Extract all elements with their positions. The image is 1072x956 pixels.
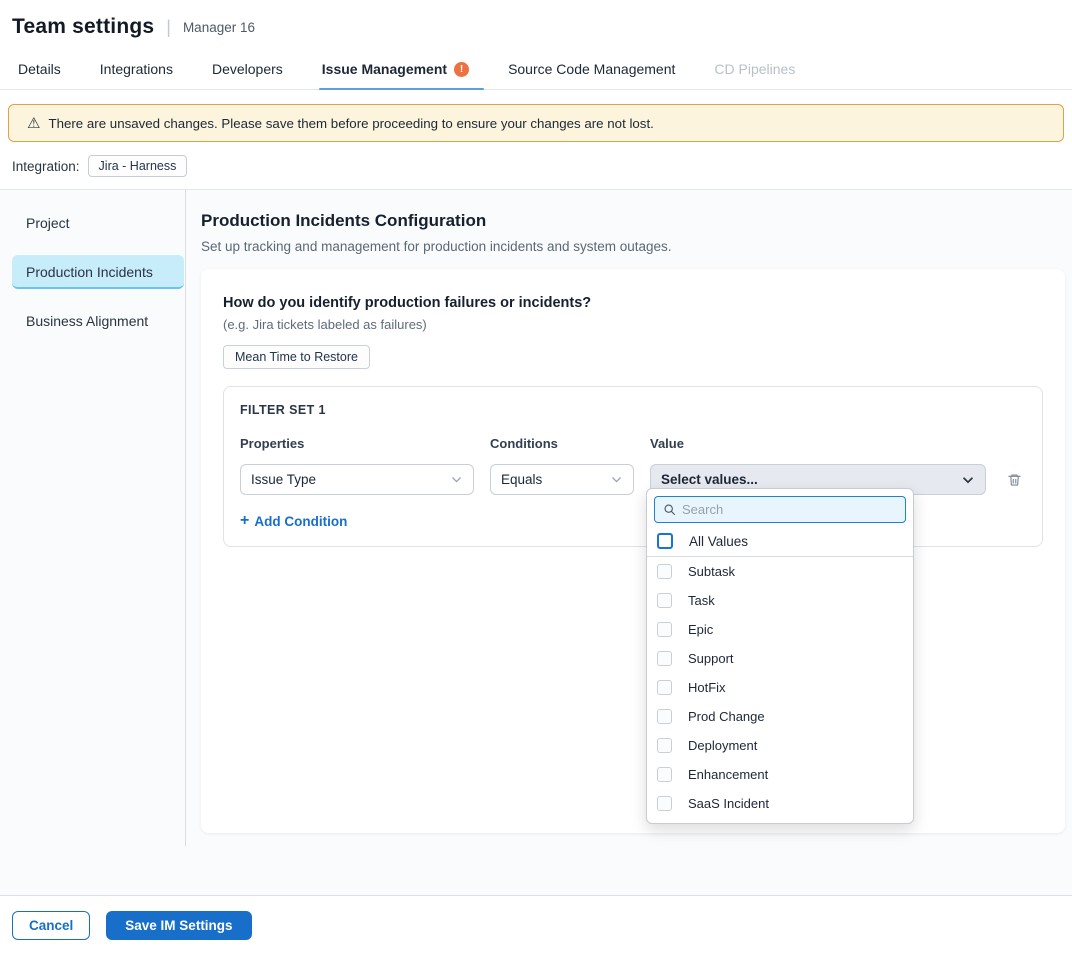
option-label: SaaS Incident	[688, 796, 769, 811]
section-subtitle: Set up tracking and management for produ…	[201, 239, 1065, 254]
checkbox[interactable]	[657, 564, 672, 579]
section-title: Production Incidents Configuration	[201, 211, 1065, 231]
metric-chip[interactable]: Mean Time to Restore	[223, 345, 370, 369]
value-select-placeholder: Select values...	[661, 472, 758, 487]
conditions-column-label: Conditions	[490, 436, 634, 451]
value-dropdown-panel: All Values Subtask Task Epic Support Hot…	[646, 488, 914, 824]
add-condition-button[interactable]: + Add Condition	[240, 512, 347, 530]
option-label: Subtask	[688, 564, 735, 579]
sidebar-item-project[interactable]: Project	[12, 206, 184, 240]
property-select-value: Issue Type	[251, 472, 316, 487]
title-divider: |	[166, 17, 171, 38]
dropdown-option[interactable]: HotFix	[647, 673, 913, 702]
delete-filter-button[interactable]	[1002, 468, 1026, 492]
trash-icon	[1007, 472, 1022, 488]
dropdown-option[interactable]: Prod Change	[647, 702, 913, 731]
dropdown-search-input[interactable]	[682, 502, 897, 517]
search-icon	[663, 503, 676, 516]
integration-chip[interactable]: Jira - Harness	[88, 155, 188, 177]
property-select[interactable]: Issue Type	[240, 464, 474, 495]
checkbox[interactable]	[657, 593, 672, 608]
question-hint: (e.g. Jira tickets labeled as failures)	[223, 317, 1043, 332]
dropdown-option[interactable]: Epic	[647, 615, 913, 644]
team-name-label: Manager 16	[183, 20, 255, 35]
properties-column-label: Properties	[240, 436, 474, 451]
question-heading: How do you identify production failures …	[223, 295, 1043, 311]
tab-integrations[interactable]: Integrations	[99, 49, 174, 89]
filter-column-headers: Properties Conditions Value	[240, 417, 1026, 464]
condition-select[interactable]: Equals	[490, 464, 634, 495]
dropdown-option[interactable]: Support	[647, 644, 913, 673]
warning-text: There are unsaved changes. Please save t…	[48, 116, 653, 131]
add-condition-label: Add Condition	[254, 514, 347, 529]
filter-set-title: FILTER SET 1	[240, 403, 1026, 417]
settings-sidebar: Project Production Incidents Business Al…	[0, 190, 186, 846]
cancel-button[interactable]: Cancel	[12, 911, 90, 940]
option-label: Task	[688, 593, 715, 608]
tab-label: Integrations	[100, 61, 173, 77]
tab-developers[interactable]: Developers	[211, 49, 284, 89]
dropdown-option[interactable]: Customer Notification	[647, 818, 913, 824]
tab-label: Issue Management	[322, 61, 447, 77]
dropdown-option[interactable]: SaaS Incident	[647, 789, 913, 818]
main-panel: Production Incidents Configuration Set u…	[186, 190, 1072, 895]
all-values-label: All Values	[689, 534, 748, 549]
warning-badge-icon: !	[454, 62, 469, 77]
tab-label: Source Code Management	[508, 61, 675, 77]
dropdown-option[interactable]: Enhancement	[647, 760, 913, 789]
checkbox[interactable]	[657, 767, 672, 782]
sidebar-item-business-alignment[interactable]: Business Alignment	[12, 304, 184, 338]
tab-details[interactable]: Details	[17, 49, 62, 89]
checkbox[interactable]	[657, 709, 672, 724]
tab-bar: Details Integrations Developers Issue Ma…	[0, 49, 1072, 90]
page-header: Team settings | Manager 16	[0, 0, 1072, 49]
option-label: Enhancement	[688, 767, 768, 782]
footer-action-bar: Cancel Save IM Settings	[0, 896, 1072, 954]
checkbox[interactable]	[657, 796, 672, 811]
integration-row: Integration: Jira - Harness	[12, 155, 1072, 177]
dropdown-search-box[interactable]	[654, 496, 906, 523]
tab-label: CD Pipelines	[714, 61, 795, 77]
page-title: Team settings	[12, 15, 154, 39]
option-label: HotFix	[688, 680, 726, 695]
filter-set-1: FILTER SET 1 Properties Conditions Value…	[223, 386, 1043, 547]
dropdown-option[interactable]: Deployment	[647, 731, 913, 760]
checkbox[interactable]	[657, 651, 672, 666]
dropdown-option[interactable]: Task	[647, 586, 913, 615]
dropdown-option[interactable]: Subtask	[647, 557, 913, 586]
checkbox-all-values[interactable]	[657, 533, 673, 549]
checkbox[interactable]	[657, 738, 672, 753]
integration-label: Integration:	[12, 159, 80, 174]
unsaved-changes-banner: ⚠︎ There are unsaved changes. Please sav…	[8, 104, 1064, 142]
top-section: ⚠︎ There are unsaved changes. Please sav…	[0, 104, 1072, 190]
chevron-down-icon	[961, 473, 975, 487]
select-all-option[interactable]: All Values	[647, 526, 913, 557]
tab-cd-pipelines: CD Pipelines	[713, 49, 796, 89]
checkbox[interactable]	[657, 680, 672, 695]
chevron-down-icon	[450, 473, 463, 486]
plus-icon: +	[240, 512, 249, 530]
tab-label: Developers	[212, 61, 283, 77]
configuration-card: How do you identify production failures …	[201, 269, 1065, 833]
option-label: Prod Change	[688, 709, 765, 724]
option-label: Deployment	[688, 738, 757, 753]
tab-issue-management[interactable]: Issue Management !	[321, 49, 470, 89]
warning-triangle-icon: ⚠︎	[27, 116, 40, 131]
option-label: Epic	[688, 622, 713, 637]
sidebar-item-production-incidents[interactable]: Production Incidents	[12, 255, 184, 289]
option-label: Support	[688, 651, 734, 666]
condition-select-value: Equals	[501, 472, 542, 487]
save-im-settings-button[interactable]: Save IM Settings	[106, 911, 251, 940]
tab-label: Details	[18, 61, 61, 77]
tab-source-code-management[interactable]: Source Code Management	[507, 49, 676, 89]
checkbox[interactable]	[657, 622, 672, 637]
chevron-down-icon	[610, 473, 623, 486]
value-column-label: Value	[650, 436, 986, 451]
